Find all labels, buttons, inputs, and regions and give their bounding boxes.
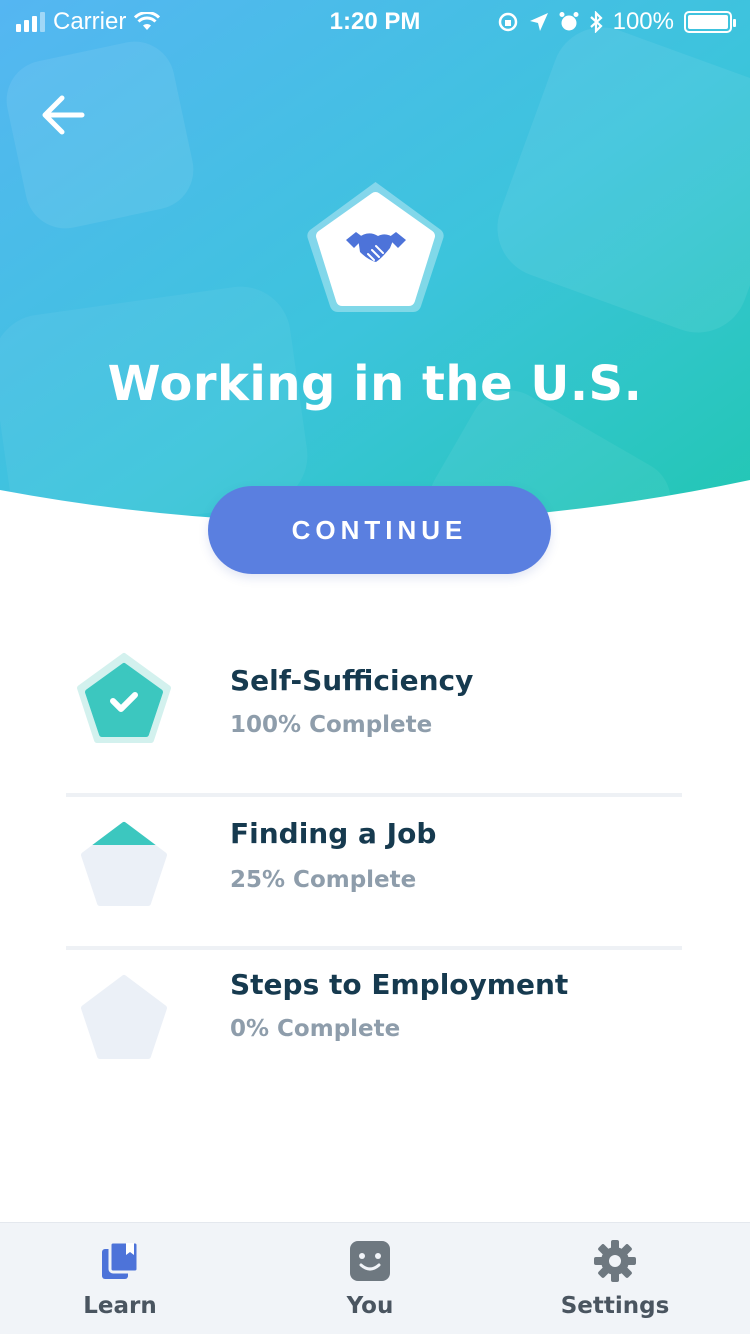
- lesson-name: Finding a Job: [230, 817, 437, 850]
- arrow-left-icon: [42, 95, 85, 135]
- lesson-progress: 100% Complete: [230, 712, 433, 738]
- smiley-icon: [350, 1241, 390, 1281]
- gear-icon: [594, 1240, 636, 1282]
- status-bar: Carrier 1:20 PM 100%: [0, 0, 750, 42]
- progress-empty-icon: [81, 975, 167, 1059]
- lesson-name: Steps to Employment: [230, 968, 569, 1001]
- badge-pentagon: [307, 182, 444, 312]
- battery-icon: [684, 11, 736, 33]
- status-right: 100%: [497, 8, 736, 36]
- course-badge: [303, 178, 448, 318]
- progress-complete-icon: [77, 653, 171, 743]
- continue-button[interactable]: CONTINUE: [208, 486, 551, 574]
- book-icon: [102, 1240, 140, 1279]
- lesson-progress: 0% Complete: [230, 1016, 401, 1042]
- bluetooth-icon: [589, 11, 603, 33]
- lesson-item-self-sufficiency[interactable]: Self-Sufficiency 100% Complete: [66, 640, 682, 793]
- lesson-item-steps-to-employment[interactable]: Steps to Employment 0% Complete: [66, 946, 682, 1099]
- tab-label: Settings: [560, 1293, 670, 1319]
- lesson-name: Self-Sufficiency: [230, 664, 474, 697]
- tab-bar: Learn You Settings: [0, 1222, 750, 1334]
- location-icon: [529, 13, 548, 31]
- lesson-progress: 25% Complete: [230, 867, 417, 893]
- lesson-list: Self-Sufficiency 100% Complete Finding a…: [66, 640, 682, 1099]
- back-button[interactable]: [38, 92, 88, 138]
- tab-settings[interactable]: Settings: [550, 1223, 680, 1334]
- orientation-lock-icon: [498, 12, 517, 32]
- tab-label: Learn: [83, 1293, 157, 1319]
- lesson-item-finding-a-job[interactable]: Finding a Job 25% Complete: [66, 793, 682, 946]
- page-title: Working in the U.S.: [107, 356, 643, 412]
- progress-partial-icon: [81, 822, 167, 906]
- tab-learn[interactable]: Learn: [60, 1223, 180, 1334]
- tab-label: You: [346, 1293, 394, 1319]
- alarm-icon: [559, 12, 579, 31]
- tab-you[interactable]: You: [310, 1223, 430, 1334]
- battery-percent: 100%: [612, 8, 674, 35]
